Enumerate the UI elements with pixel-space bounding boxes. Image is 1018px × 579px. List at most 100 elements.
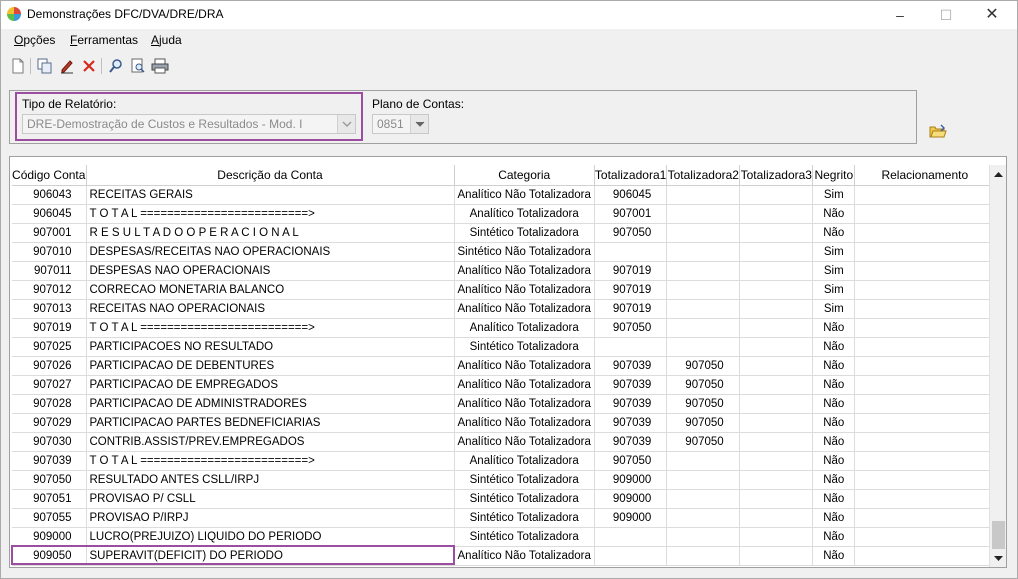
cell-t3[interactable] — [739, 242, 814, 262]
cell-neg[interactable]: Não — [812, 432, 856, 452]
table-row[interactable]: 907010 DESPESAS/RECEITAS NAO OPERACIONAIS… — [12, 242, 996, 262]
table-row[interactable]: 907001 R E S U L T A D O O P E R A C I O … — [12, 223, 996, 243]
cell-code[interactable]: 907011 — [12, 261, 87, 281]
table-row[interactable]: 907050 RESULTADO ANTES CSLL/IRPJ Sintético… — [12, 470, 996, 490]
cell-cat[interactable]: Sintético Totalizadora — [454, 470, 595, 490]
cell-t2[interactable] — [666, 280, 741, 300]
cell-t1[interactable]: 907001 — [594, 204, 668, 224]
cell-desc[interactable]: PARTICIPACAO DE DEBENTURES — [86, 356, 455, 376]
table-row[interactable]: 907039 T O T A L ========================… — [12, 451, 996, 471]
cell-desc[interactable]: PROVISAO P/ CSLL — [86, 489, 455, 509]
cell-cat[interactable]: Analítico Não Totalizadora — [454, 299, 595, 319]
cell-t1[interactable]: 907039 — [594, 356, 668, 376]
cell-t2[interactable]: 907050 — [666, 394, 741, 414]
cell-t1[interactable]: 907039 — [594, 432, 668, 452]
cell-cat[interactable]: Analítico Não Totalizadora — [454, 546, 595, 566]
cell-cat[interactable]: Sintético Totalizadora — [454, 223, 595, 243]
cell-cat[interactable]: Sintético Não Totalizadora — [454, 242, 595, 262]
cell-neg[interactable]: Não — [812, 394, 856, 414]
cell-neg[interactable]: Não — [812, 337, 856, 357]
cell-rel[interactable] — [854, 223, 996, 243]
cell-desc[interactable]: DESPESAS NAO OPERACIONAIS — [86, 261, 455, 281]
cell-rel[interactable] — [854, 432, 996, 452]
cell-desc[interactable]: RESULTADO ANTES CSLL/IRPJ — [86, 470, 455, 490]
cell-t2[interactable] — [666, 546, 741, 566]
preview-icon[interactable] — [128, 56, 148, 76]
column-header[interactable]: Descrição da Conta — [86, 165, 455, 186]
maximize-button[interactable]: ☐ — [923, 1, 969, 29]
cell-t3[interactable] — [739, 299, 814, 319]
cell-t3[interactable] — [739, 318, 814, 338]
print-icon[interactable] — [150, 56, 170, 76]
table-row[interactable]: 907051 PROVISAO P/ CSLL Sintético Totaliza… — [12, 489, 996, 509]
menu-ajuda[interactable]: Ajuda — [151, 33, 182, 47]
cell-code[interactable]: 907010 — [12, 242, 87, 262]
cell-cat[interactable]: Analítico Não Totalizadora — [454, 413, 595, 433]
close-button[interactable]: ✕ — [969, 1, 1015, 29]
cell-neg[interactable]: Não — [812, 375, 856, 395]
cell-code[interactable]: 907027 — [12, 375, 87, 395]
column-header[interactable]: Totalizadora1 — [594, 165, 668, 186]
scroll-down-icon[interactable] — [990, 550, 1006, 567]
cell-desc[interactable]: CONTRIB.ASSIST/PREV.EMPREGADOS — [86, 432, 455, 452]
cell-desc[interactable]: PARTICIPACAO PARTES BEDNEFICIARIAS — [86, 413, 455, 433]
cell-desc[interactable]: T O T A L =========================> — [86, 451, 455, 471]
cell-neg[interactable]: Não — [812, 413, 856, 433]
cell-rel[interactable] — [854, 451, 996, 471]
cell-neg[interactable]: Não — [812, 223, 856, 243]
column-header[interactable]: Negrito — [812, 165, 856, 186]
cell-code[interactable]: 906045 — [12, 204, 87, 224]
table-row[interactable]: 907030 CONTRIB.ASSIST/PREV.EMPREGADOS Anal… — [12, 432, 996, 452]
cell-t2[interactable]: 907050 — [666, 413, 741, 433]
menu-ferramentas[interactable]: Ferramentas — [70, 33, 138, 47]
cell-desc[interactable]: R E S U L T A D O O P E R A C I O N A L — [86, 223, 455, 243]
cell-t3[interactable] — [739, 261, 814, 281]
cell-desc[interactable]: PARTICIPACAO DE ADMINISTRADORES — [86, 394, 455, 414]
cell-rel[interactable] — [854, 546, 996, 566]
column-header[interactable]: Código Conta — [12, 165, 87, 186]
scroll-up-icon[interactable] — [990, 165, 1006, 182]
open-folder-icon[interactable] — [929, 123, 947, 139]
cell-desc[interactable]: DESPESAS/RECEITAS NAO OPERACIONAIS — [86, 242, 455, 262]
cell-t1[interactable]: 907050 — [594, 318, 668, 338]
cell-t3[interactable] — [739, 508, 814, 528]
cell-cat[interactable]: Analítico Não Totalizadora — [454, 185, 595, 205]
cell-neg[interactable]: Não — [812, 508, 856, 528]
cell-code[interactable]: 909000 — [12, 527, 87, 547]
cell-t1[interactable] — [594, 337, 668, 357]
cell-neg[interactable]: Sim — [812, 299, 856, 319]
cell-t2[interactable] — [666, 470, 741, 490]
cell-t1[interactable] — [594, 242, 668, 262]
cell-t2[interactable] — [666, 337, 741, 357]
table-row[interactable]: 907028 PARTICIPACAO DE ADMINISTRADORES Ana… — [12, 394, 996, 414]
cell-cat[interactable]: Analítico Não Totalizadora — [454, 375, 595, 395]
menu-opcoes[interactable]: Opções — [14, 33, 55, 47]
cell-code[interactable]: 907012 — [12, 280, 87, 300]
cell-code[interactable]: 907051 — [12, 489, 87, 509]
cell-code[interactable]: 907028 — [12, 394, 87, 414]
cell-t3[interactable] — [739, 375, 814, 395]
cell-desc[interactable]: PROVISAO P/IRPJ — [86, 508, 455, 528]
table-row[interactable]: 907055 PROVISAO P/IRPJ Sintético Totalizad… — [12, 508, 996, 528]
column-header[interactable]: Relacionamento — [854, 165, 996, 186]
cell-t2[interactable] — [666, 489, 741, 509]
cell-neg[interactable]: Não — [812, 451, 856, 471]
cell-t3[interactable] — [739, 185, 814, 205]
cell-rel[interactable] — [854, 356, 996, 376]
cell-t3[interactable] — [739, 280, 814, 300]
cell-rel[interactable] — [854, 299, 996, 319]
cell-t1[interactable]: 907019 — [594, 261, 668, 281]
table-row[interactable]: 907025 PARTICIPACOES NO RESULTADO Sintétic… — [12, 337, 996, 357]
cell-t2[interactable] — [666, 318, 741, 338]
cell-t3[interactable] — [739, 413, 814, 433]
chart-of-accounts-select[interactable]: 0851 — [372, 114, 429, 134]
cell-t1[interactable]: 909000 — [594, 508, 668, 528]
cell-t1[interactable]: 907039 — [594, 375, 668, 395]
cell-desc[interactable]: RECEITAS NAO OPERACIONAIS — [86, 299, 455, 319]
cell-neg[interactable]: Não — [812, 204, 856, 224]
cell-t2[interactable] — [666, 451, 741, 471]
cell-desc[interactable]: LUCRO(PREJUIZO) LIQUIDO DO PERIODO — [86, 527, 455, 547]
cell-desc[interactable]: T O T A L =========================> — [86, 318, 455, 338]
cell-t1[interactable]: 907050 — [594, 451, 668, 471]
cell-t1[interactable]: 907019 — [594, 299, 668, 319]
